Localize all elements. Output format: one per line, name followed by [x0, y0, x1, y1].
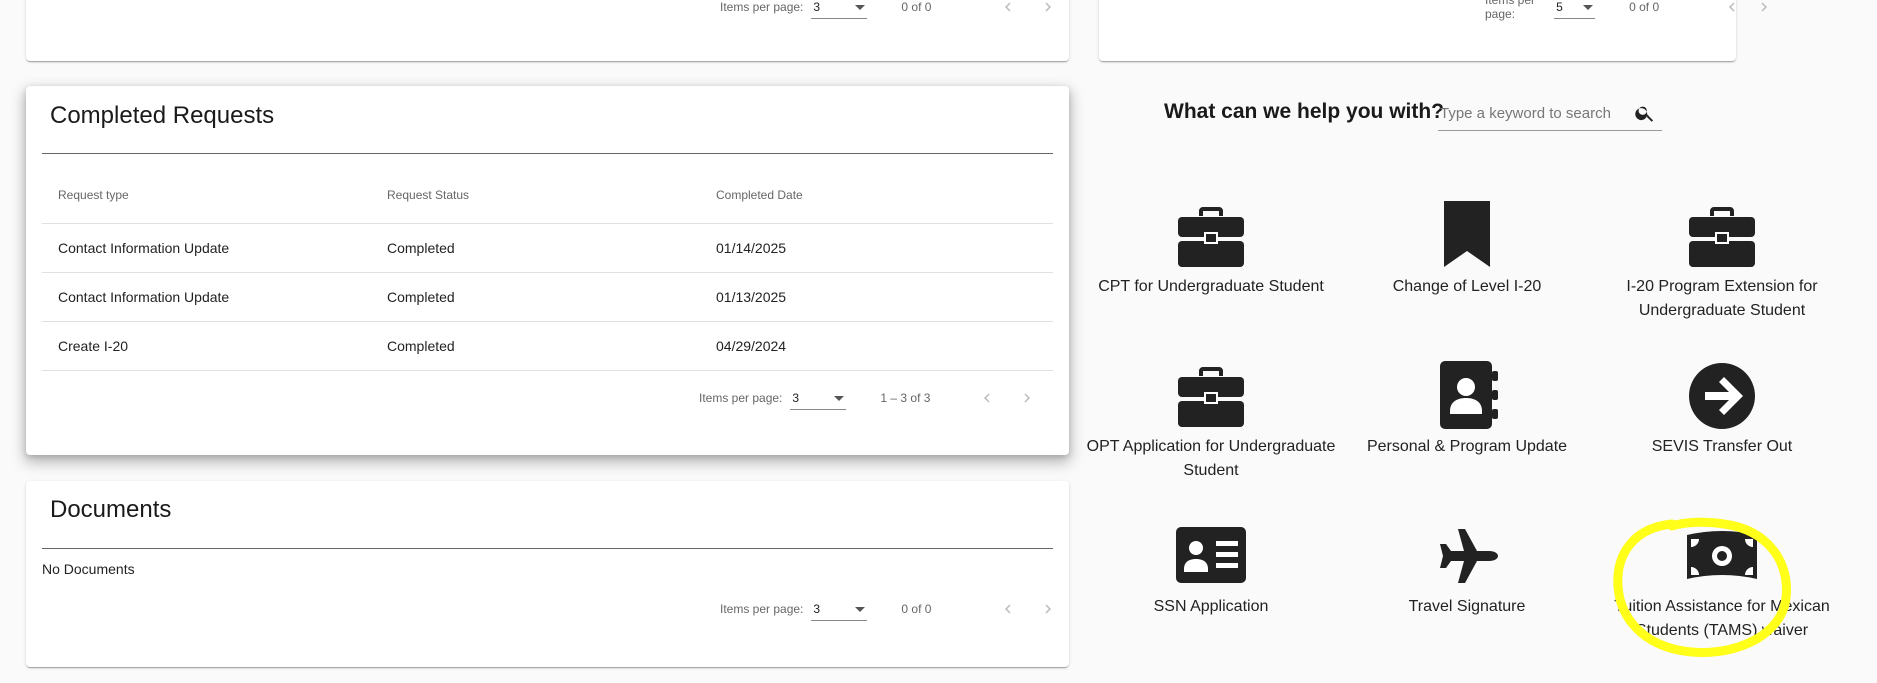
- chevron-left-icon: [984, 393, 990, 403]
- completed-requests-card: Completed Requests Request type Request …: [26, 86, 1069, 455]
- top-left-card: Items per page: 3 0 of 0: [26, 0, 1069, 61]
- cell-request-status: Completed: [387, 289, 455, 305]
- page-range: 1 – 3 of 3: [880, 391, 931, 405]
- service-label: Personal & Program Update: [1366, 438, 1568, 455]
- service-opt-application[interactable]: OPT Application for Undergraduate Studen…: [1083, 361, 1339, 483]
- previous-page-button[interactable]: [993, 594, 1023, 624]
- items-per-page-label: Items per page:: [720, 0, 804, 14]
- next-page-button[interactable]: [1033, 0, 1063, 22]
- cell-request-type: Contact Information Update: [58, 289, 230, 305]
- service-label: Tuition Assistance for Mexican Students …: [1614, 598, 1830, 639]
- items-per-page-label: Items per page:: [699, 391, 783, 405]
- items-per-page-value: 5: [1556, 0, 1563, 14]
- chevron-right-icon: [1045, 2, 1052, 12]
- table-row[interactable]: Contact Information Update Completed 01/…: [42, 273, 1053, 322]
- service-travel-signature[interactable]: Travel Signature: [1339, 521, 1595, 619]
- items-per-page-select[interactable]: 5: [1554, 0, 1596, 19]
- service-tams-waiver[interactable]: Tuition Assistance for Mexican Students …: [1594, 521, 1850, 643]
- service-personal-program-update[interactable]: Personal & Program Update: [1339, 361, 1595, 459]
- caret-down-icon: [834, 395, 845, 401]
- items-per-page-select[interactable]: 3: [811, 598, 868, 621]
- cell-request-type: Contact Information Update: [58, 240, 230, 256]
- page-range: 0 of 0: [901, 602, 932, 616]
- title-divider: [42, 153, 1053, 154]
- table-row[interactable]: Contact Information Update Completed 01/…: [42, 224, 1053, 273]
- header-completed-date[interactable]: Completed Date: [700, 188, 1053, 202]
- cell-request-status: Completed: [387, 240, 455, 256]
- documents-card: Documents No Documents Items per page: 3…: [26, 481, 1069, 667]
- completed-requests-title: Completed Requests: [50, 102, 275, 129]
- paginator: Items per page: 3 1 – 3 of 3: [699, 383, 1042, 413]
- airplane-icon: [1440, 529, 1498, 583]
- service-label: Travel Signature: [1408, 598, 1526, 615]
- dashboard-page: Items per page: 3 0 of 0 Items per page:…: [0, 0, 1877, 683]
- page-range: 0 of 0: [901, 0, 932, 14]
- cell-completed-date: 04/29/2024: [716, 338, 787, 354]
- help-title: What can we help you with?: [1164, 100, 1445, 123]
- arrow-circle-right-icon: [1689, 363, 1755, 429]
- chevron-left-icon: [1005, 604, 1011, 614]
- service-change-of-level[interactable]: Change of Level I-20: [1339, 201, 1595, 299]
- search-icon[interactable]: [1634, 102, 1656, 124]
- briefcase-icon: [1178, 207, 1244, 267]
- cell-request-status: Completed: [387, 338, 455, 354]
- previous-page-button[interactable]: [1721, 0, 1743, 22]
- items-per-page-select[interactable]: 3: [790, 387, 847, 410]
- title-divider: [42, 548, 1053, 549]
- service-label: Change of Level I-20: [1392, 278, 1542, 295]
- service-label: SEVIS Transfer Out: [1651, 438, 1793, 455]
- next-page-button[interactable]: [1753, 0, 1775, 22]
- items-per-page-value: 3: [813, 0, 821, 14]
- no-documents-text: No Documents: [42, 561, 135, 577]
- items-per-page-value: 3: [813, 601, 821, 616]
- items-per-page-label: Items per page:: [720, 602, 804, 616]
- chevron-left-icon: [1005, 2, 1011, 12]
- money-bill-icon: [1687, 531, 1757, 579]
- service-label: CPT for Undergraduate Student: [1098, 278, 1324, 295]
- briefcase-icon: [1689, 207, 1755, 267]
- service-cpt-undergraduate[interactable]: CPT for Undergraduate Student: [1083, 201, 1339, 299]
- paginator: Items per page: 3 0 of 0: [720, 0, 1063, 22]
- contact-book-icon: [1440, 361, 1498, 429]
- cell-completed-date: 01/13/2025: [716, 289, 787, 305]
- table-row[interactable]: Create I-20 Completed 04/29/2024: [42, 322, 1053, 371]
- items-per-page-label: Items per page:: [1485, 0, 1536, 21]
- previous-page-button[interactable]: [993, 0, 1023, 22]
- header-request-type[interactable]: Request type: [42, 188, 371, 202]
- search-input[interactable]: [1438, 104, 1632, 123]
- items-per-page-value: 3: [792, 390, 800, 405]
- paginator: Items per page: 3 0 of 0: [720, 594, 1063, 624]
- documents-title: Documents: [50, 496, 172, 523]
- chevron-right-icon: [1024, 393, 1031, 403]
- chevron-left-icon: [1729, 2, 1735, 12]
- next-page-button[interactable]: [1012, 383, 1042, 413]
- search-field: [1438, 100, 1662, 131]
- briefcase-icon: [1178, 367, 1244, 427]
- id-card-icon: [1176, 527, 1246, 583]
- service-label: OPT Application for Undergraduate Studen…: [1086, 438, 1336, 479]
- caret-down-icon: [855, 606, 866, 612]
- completed-requests-table: Request type Request Status Completed Da…: [42, 167, 1053, 371]
- items-per-page-select[interactable]: 3: [811, 0, 868, 19]
- top-right-card: Items per page: 5 0 of 0: [1099, 0, 1768, 61]
- table-header-row: Request type Request Status Completed Da…: [42, 167, 1053, 224]
- service-sevis-transfer-out[interactable]: SEVIS Transfer Out: [1594, 361, 1850, 459]
- service-label: I-20 Program Extension for Undergraduate…: [1626, 278, 1818, 319]
- service-i20-program-extension[interactable]: I-20 Program Extension for Undergraduate…: [1594, 201, 1850, 323]
- cell-request-type: Create I-20: [58, 338, 129, 354]
- caret-down-icon: [1583, 4, 1594, 10]
- bookmark-icon: [1444, 201, 1490, 267]
- caret-down-icon: [855, 4, 866, 10]
- service-ssn-application[interactable]: SSN Application: [1083, 521, 1339, 619]
- next-page-button[interactable]: [1033, 594, 1063, 624]
- page-range: 0 of 0: [1629, 0, 1660, 14]
- previous-page-button[interactable]: [972, 383, 1002, 413]
- cell-completed-date: 01/14/2025: [716, 240, 787, 256]
- paginator: Items per page: 5 0 of 0: [1485, 0, 1775, 22]
- header-request-status[interactable]: Request Status: [371, 188, 700, 202]
- service-label: SSN Application: [1153, 598, 1269, 615]
- chevron-right-icon: [1761, 2, 1768, 12]
- chevron-right-icon: [1045, 604, 1052, 614]
